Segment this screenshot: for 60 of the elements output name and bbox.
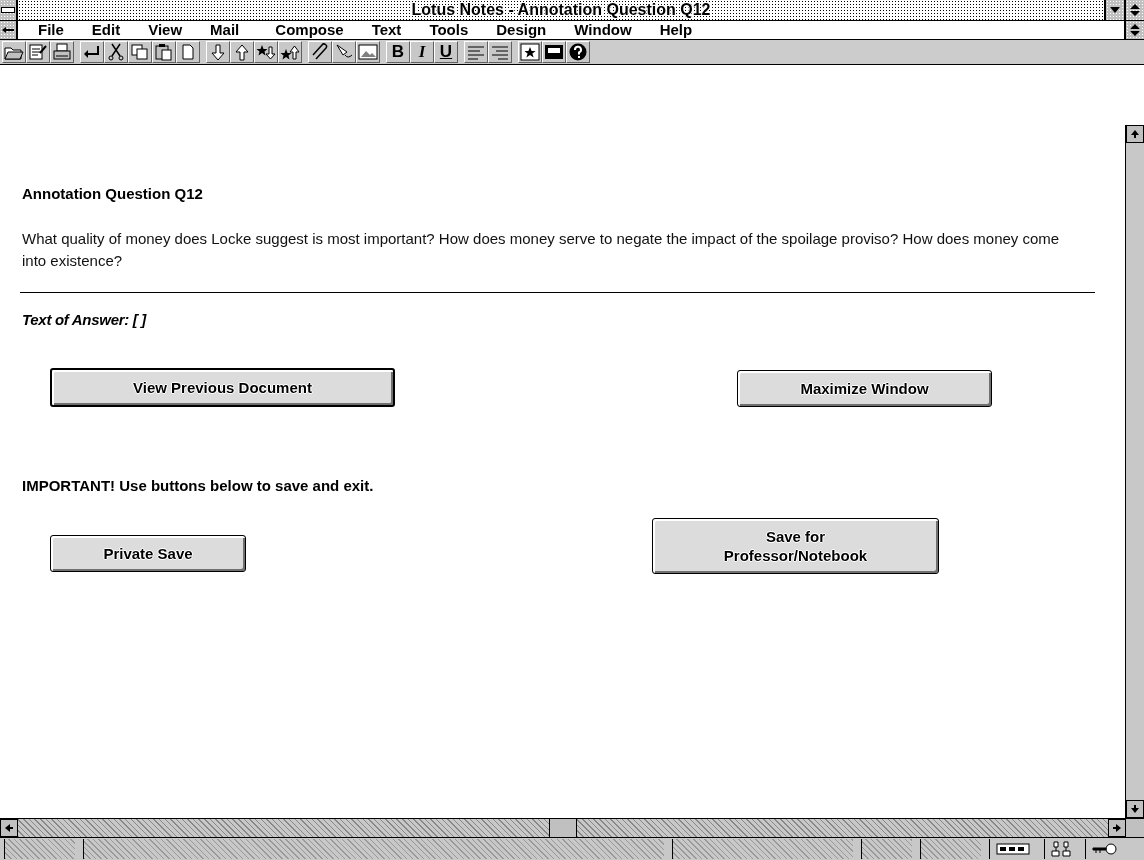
folder-icon[interactable] [2, 41, 26, 63]
paste-icon[interactable] [152, 41, 176, 63]
align-left-icon[interactable] [464, 41, 488, 63]
align-right-icon[interactable] [488, 41, 512, 63]
paperclip-icon[interactable] [308, 41, 332, 63]
status-panel [920, 839, 981, 859]
answer-label: Text of Answer: [ ] [22, 311, 148, 328]
horizontal-scrollbar[interactable] [0, 818, 1144, 838]
up-arrow-icon[interactable] [1130, 129, 1140, 139]
restore-icon[interactable] [1129, 3, 1141, 17]
question-text: What quality of money does Locke suggest is most important? How does money serve to negate the impact of the spoilage proviso? How does money come into existence? [22, 229, 1061, 271]
menu-item[interactable]: File [24, 21, 78, 39]
star-box-icon[interactable] [518, 41, 542, 63]
minimize-icon[interactable] [1109, 5, 1121, 15]
printer-icon[interactable] [50, 41, 74, 63]
document-menu-icon[interactable] [0, 21, 18, 39]
status-panel [4, 839, 75, 859]
scissors-icon[interactable] [104, 41, 128, 63]
notice-text: IMPORTANT! Use buttons below to save and exit. [22, 477, 375, 494]
document-icon[interactable] [176, 41, 200, 63]
menu-item[interactable]: Window [560, 21, 646, 39]
keyboard-icon[interactable] [542, 41, 566, 63]
action-button[interactable]: Maximize Window [737, 370, 992, 407]
down-arrow-icon[interactable] [1130, 804, 1140, 814]
minimize-button[interactable] [1104, 0, 1124, 20]
format-button[interactable]: I [410, 41, 434, 63]
menu-item[interactable]: Compose [253, 21, 358, 39]
system-menu-icon[interactable] [0, 0, 18, 20]
star-down-icon[interactable] [254, 41, 278, 63]
menu-item[interactable]: Edit [77, 21, 135, 39]
help-icon[interactable] [566, 41, 590, 63]
menu-item[interactable]: Tools [415, 21, 483, 39]
copy-icon[interactable] [128, 41, 152, 63]
document-edit-icon[interactable] [26, 41, 50, 63]
scroll-left-button[interactable] [0, 819, 18, 837]
scroll-down-button[interactable] [1126, 800, 1144, 818]
save-button[interactable]: Private Save [50, 535, 246, 572]
menu-item[interactable]: Help [645, 21, 707, 39]
document-restore-button[interactable] [1124, 21, 1144, 39]
menu-item[interactable]: Design [482, 21, 561, 39]
scroll-up-button[interactable] [1126, 125, 1144, 143]
menu-item[interactable]: Text [357, 21, 416, 39]
format-button[interactable]: B [386, 41, 410, 63]
action-button[interactable]: View Previous Document [50, 368, 395, 407]
restore-icon[interactable] [1129, 23, 1141, 37]
vertical-scrollbar[interactable] [1125, 125, 1144, 818]
pen-icon[interactable] [332, 41, 356, 63]
right-arrow-icon[interactable] [1112, 823, 1122, 833]
picture-frame-icon[interactable] [356, 41, 380, 63]
save-button[interactable]: Save for Professor/Notebook [652, 518, 939, 574]
scroll-right-button[interactable] [1108, 819, 1126, 837]
star-up-icon[interactable] [278, 41, 302, 63]
format-button[interactable]: U [434, 41, 458, 63]
menu-item[interactable]: View [134, 21, 197, 39]
document-heading: Annotation Question Q12 [22, 185, 204, 202]
status-panel [861, 839, 912, 859]
restore-button[interactable] [1124, 0, 1144, 20]
left-arrow-icon[interactable] [4, 823, 14, 833]
menu-item[interactable]: Mail [196, 21, 254, 39]
scroll-thumb[interactable] [549, 819, 577, 837]
